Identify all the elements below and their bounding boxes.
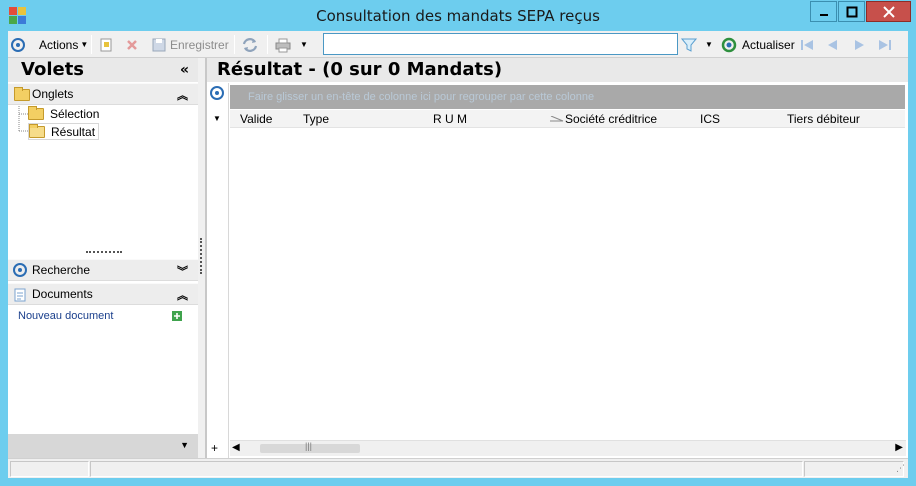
target-icon	[11, 37, 25, 52]
chevron-down-icon[interactable]: ︾	[177, 263, 188, 279]
pane-header: Volets «	[8, 58, 198, 82]
actions-label: Actions	[39, 37, 79, 52]
new-document-link[interactable]: Nouveau document	[18, 310, 113, 322]
maximize-button[interactable]	[838, 1, 865, 22]
folder-icon	[28, 105, 44, 120]
status-cell	[804, 461, 904, 477]
sort-ascending-icon	[550, 116, 564, 122]
minimize-button[interactable]	[810, 1, 837, 22]
toolbar-separator	[91, 35, 92, 54]
main-window: Consultation des mandats SEPA reçus Acti…	[0, 0, 916, 486]
delete-icon	[127, 39, 137, 50]
first-record-button[interactable]	[799, 31, 815, 58]
left-pane-footer: ▼	[8, 434, 198, 458]
result-pane: Résultat - (0 sur 0 Mandats) ▼ + Faire g…	[205, 58, 908, 458]
vertical-splitter[interactable]	[198, 58, 205, 458]
column-header-type[interactable]: Type	[303, 112, 329, 126]
window-title: Consultation des mandats SEPA reçus	[316, 7, 600, 25]
column-header-valide[interactable]: Valide	[240, 112, 272, 126]
grid-column-headers: Valide Type R U M Société créditrice ICS…	[230, 110, 905, 128]
sync-icon	[242, 37, 258, 52]
left-pane: Volets « Onglets ︽ Sélection Résultat Re…	[8, 58, 198, 458]
pane-title: Volets	[21, 59, 85, 80]
dropdown-arrow-icon: ▼	[705, 40, 713, 49]
document-icon	[14, 288, 26, 302]
filter-button[interactable]: ▼	[681, 31, 713, 58]
result-title: Résultat - (0 sur 0 Mandats)	[207, 58, 908, 82]
onglets-label: Onglets	[32, 87, 74, 101]
open-folder-icon	[29, 123, 45, 138]
maximize-icon	[846, 6, 857, 17]
row-menu-arrow-icon[interactable]: ▼	[213, 114, 221, 123]
documents-label: Documents	[32, 287, 93, 301]
recherche-section-header[interactable]: Recherche ︾	[8, 259, 198, 281]
tree-item-label: Résultat	[51, 124, 96, 139]
minimize-icon	[819, 13, 828, 16]
next-icon	[855, 39, 864, 50]
sync-button[interactable]	[241, 31, 259, 58]
scrollbar-thumb[interactable]: |||	[260, 441, 360, 453]
add-row-icon[interactable]: +	[211, 441, 218, 455]
resize-grip-icon[interactable]: ⋰	[896, 463, 905, 474]
grid-row-header-column: ▼ +	[207, 83, 229, 458]
refresh-label: Actualiser	[742, 37, 795, 52]
print-icon	[275, 38, 291, 52]
collapse-pane-icon[interactable]: «	[180, 62, 189, 78]
first-icon	[801, 39, 813, 50]
chevron-up-icon[interactable]: ︽	[177, 287, 188, 303]
target-icon[interactable]	[210, 86, 224, 100]
new-button[interactable]	[98, 31, 114, 58]
title-bar[interactable]: Consultation des mandats SEPA reçus	[0, 0, 916, 31]
previous-record-button[interactable]	[825, 31, 841, 58]
column-header-societe-creditrice[interactable]: Société créditrice	[565, 112, 657, 126]
save-button[interactable]: Enregistrer	[151, 31, 229, 58]
group-by-bar[interactable]: Faire glisser un en-tête de colonne ici …	[230, 85, 905, 109]
toolbar-separator	[234, 35, 235, 54]
column-header-ics[interactable]: ICS	[700, 112, 720, 126]
refresh-icon	[721, 37, 737, 52]
scroll-left-icon[interactable]: ◀	[232, 442, 240, 453]
dropdown-arrow-icon: ▼	[300, 40, 308, 49]
save-icon	[152, 38, 166, 51]
documents-section-header[interactable]: Documents ︽	[8, 283, 198, 305]
horizontal-scrollbar[interactable]: ◀ ||| ▶	[230, 440, 906, 456]
dropdown-arrow-icon: ▼	[80, 40, 89, 49]
save-label: Enregistrer	[170, 37, 229, 52]
target-icon	[13, 263, 27, 277]
tree-item-selection[interactable]: Sélection	[28, 105, 99, 122]
toolbar: Actions ▼ Enregistrer ▼ ▼ Actualiser	[8, 31, 908, 58]
delete-button[interactable]	[124, 31, 140, 58]
status-bar: ⋰	[8, 458, 908, 478]
refresh-button[interactable]: Actualiser	[721, 31, 795, 58]
status-cell	[10, 461, 89, 477]
scroll-right-icon[interactable]: ▶	[895, 442, 903, 453]
grid-body[interactable]	[230, 128, 905, 440]
toolbar-separator	[267, 35, 268, 54]
toolbar-options-button[interactable]	[11, 31, 25, 58]
close-icon	[882, 5, 895, 18]
column-header-tiers-debiteur[interactable]: Tiers débiteur	[787, 112, 860, 126]
tree-item-label: Sélection	[50, 106, 100, 121]
print-button[interactable]: ▼	[274, 31, 308, 58]
tree-item-resultat[interactable]: Résultat	[28, 123, 100, 140]
close-button[interactable]	[866, 1, 911, 22]
recherche-label: Recherche	[32, 263, 91, 277]
chevron-up-icon[interactable]: ︽	[177, 87, 188, 103]
next-record-button[interactable]	[851, 31, 867, 58]
search-input[interactable]	[323, 33, 678, 55]
actions-menu[interactable]: Actions ▼	[39, 31, 88, 58]
add-icon[interactable]	[172, 311, 182, 321]
filter-icon	[681, 38, 697, 52]
folder-icon	[14, 87, 30, 101]
onglets-section-header[interactable]: Onglets ︽	[8, 83, 198, 105]
status-cell	[90, 461, 803, 477]
last-icon	[879, 39, 891, 50]
last-record-button[interactable]	[877, 31, 893, 58]
chevron-down-icon[interactable]: ▼	[180, 440, 189, 450]
column-header-rum[interactable]: R U M	[433, 112, 467, 126]
splitter-handle[interactable]	[86, 251, 122, 254]
new-document-icon	[100, 38, 112, 51]
splitter-grip	[200, 238, 202, 274]
previous-icon	[828, 39, 837, 50]
